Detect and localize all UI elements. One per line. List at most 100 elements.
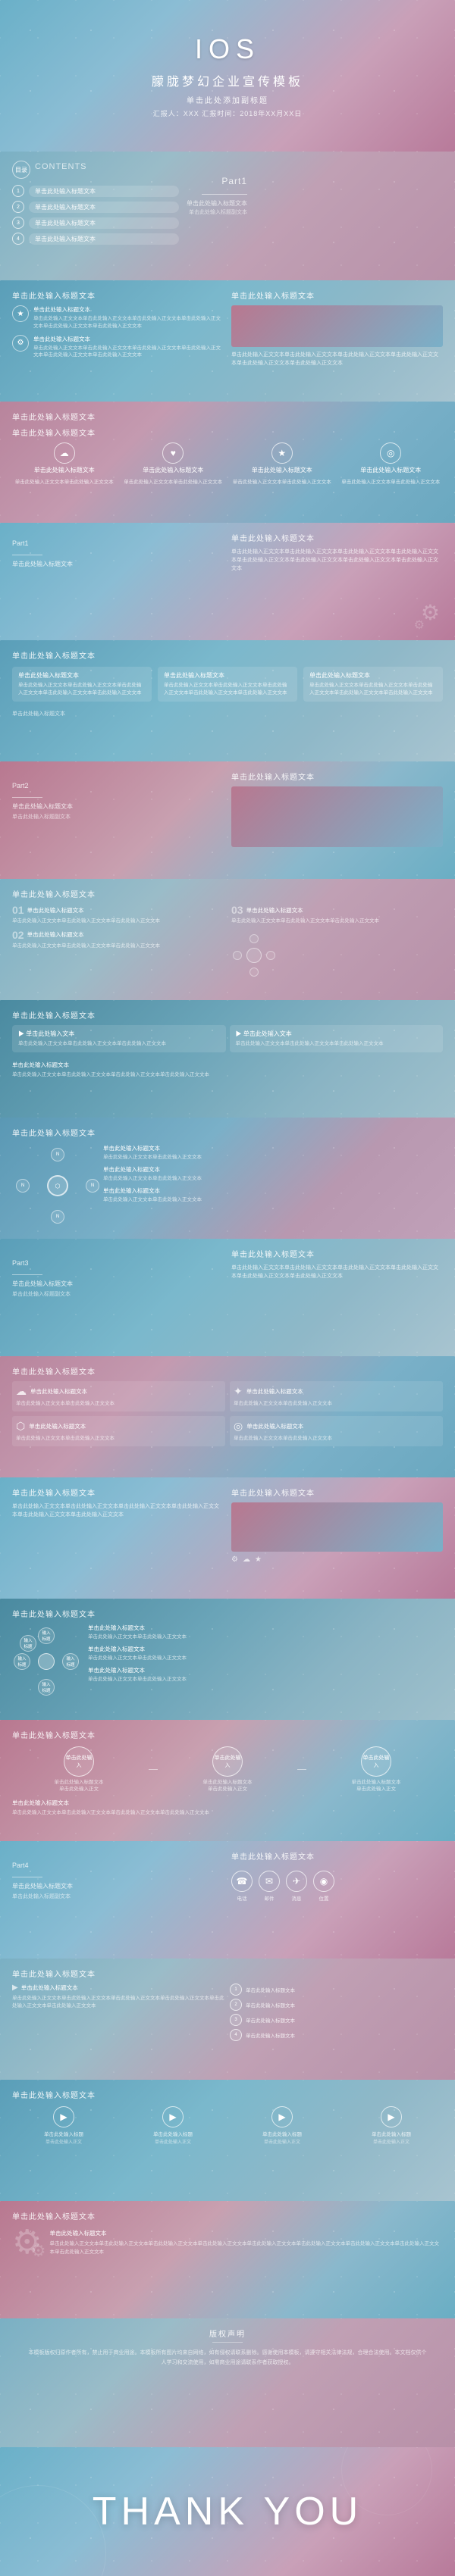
grid-title-1: 单击此处输入标题文本 bbox=[30, 1387, 87, 1396]
meta-info: 汇报人：XXX 汇报时间：2018年XX月XX日 bbox=[153, 108, 303, 118]
col-left: 单击此处输入标题文本 ★ 单击此处输入标题文本 单击此处输入正文文本单击此处输入… bbox=[12, 289, 224, 392]
grid-icon-1: ☁ bbox=[16, 1385, 27, 1398]
item-num-3: 3 bbox=[12, 217, 24, 229]
star-icon: ★ bbox=[12, 305, 29, 322]
node-b: N bbox=[51, 1210, 64, 1224]
grid-body-4: 单击此处输入正文文本单击此处输入正文文本 bbox=[234, 1435, 439, 1443]
ci-label-2: 邮件 bbox=[265, 1894, 275, 1902]
grid-item-1: ☁ 单击此处输入标题文本 单击此处输入正文文本单击此处输入正文文本 bbox=[12, 1381, 225, 1411]
slide16-content: Part4 单击此处输入标题文本 单击此处输入标题副文本 单击此处输入标题文本 … bbox=[0, 1841, 455, 1959]
petal-text-1: 单击此处输入标题文本 单击此处输入正文文本单击此处输入正文文本 bbox=[88, 1624, 443, 1641]
col-title-3: 单击此处输入标题文本 bbox=[252, 466, 312, 474]
slide11-title: 单击此处输入标题文本 bbox=[231, 1248, 443, 1259]
gear-icon: ⚙ bbox=[12, 335, 29, 352]
text-item3: 单击此处输入标题文本 单击此处输入正文文本单击此处输入正文文本 bbox=[103, 1186, 443, 1204]
vc-circle-2: 2 bbox=[230, 1999, 242, 2011]
slide14-content: 单击此处输入标题文本 输入标题 输入标题 输入标题 输入标题 输入标题 单击此处… bbox=[0, 1599, 455, 1720]
chain-item-2: 单击此处输入 单击此处输入标题文本单击此处输入正文 bbox=[161, 1746, 294, 1793]
icon-item-4: ◎ 单击此处输入标题文本 单击此处输入正文文本单击此处输入正文文本 bbox=[339, 442, 444, 486]
grid-icon-3: ⬡ bbox=[16, 1420, 25, 1433]
main-title: 朦胧梦幻企业宣传模板 bbox=[152, 71, 303, 89]
item2-body: 单击此处输入正文文本单击此处输入正文文本单击此处输入正文文本 bbox=[12, 943, 224, 950]
arrow-layout: ▶ 单击此处输入标题文本 单击此处输入正文文本单击此处输入正文文本单击此处输入正… bbox=[12, 1984, 443, 2041]
card3: 单击此处输入标题文本 单击此处输入正文文本单击此处输入正文文本单击此处输入正文文… bbox=[303, 667, 443, 702]
node-top bbox=[249, 934, 259, 943]
pi-label-3: 单击此处输入标题 bbox=[262, 2130, 302, 2137]
contact-icons: ☎ 电话 ✉ 邮件 ✈ 消息 ◉ 位置 bbox=[231, 1871, 443, 1902]
contents-item-4: 4 单击此处输入标题文本 bbox=[12, 233, 179, 245]
grid-layout: ☁ 单击此处输入标题文本 单击此处输入正文文本单击此处输入正文文本 ✦ 单击此处… bbox=[12, 1381, 443, 1446]
item3-title: 单击此处输入标题文本 bbox=[246, 906, 303, 914]
pi-2: ▶ 单击此处输入标题 单击此处输入正文 bbox=[121, 2106, 224, 2146]
petal-t2: 单击此处输入标题文本 bbox=[88, 1645, 443, 1653]
item2-header: 02 单击此处输入标题文本 bbox=[12, 929, 224, 941]
slide8-title1: 单击此处输入标题文本 bbox=[12, 888, 443, 899]
three-col: 单击此处输入标题文本 单击此处输入正文文本单击此处输入正文文本单击此处输入正文文… bbox=[12, 667, 443, 705]
gear-layout: ⚙ ⚙ 单击此处输入标题文本 单击此处输入正文文本单击此处输入正文文本单击此处输… bbox=[12, 2226, 443, 2259]
si-3: ★ bbox=[255, 1555, 262, 1564]
icon-text-title2: 单击此处输入标题文本 bbox=[33, 335, 224, 343]
circle-chain: 单击此处输入 单击此处输入标题文本单击此处输入正文 单击此处输入 单击此处输入标… bbox=[12, 1746, 443, 1793]
item-num-1: 1 bbox=[12, 185, 24, 197]
slide5-content: Part1 单击此处输入标题文本 单击此处输入标题文本 单击此处输入正文文本单击… bbox=[0, 523, 455, 640]
col1: 单击此处输入标题文本 单击此处输入正文文本单击此处输入正文文本单击此处输入正文文… bbox=[12, 667, 152, 705]
click-hint[interactable]: 单击此处添加副标题 bbox=[187, 94, 268, 105]
vc-4: 4 单击此处输入标题文本 bbox=[230, 2029, 443, 2041]
petal-text-3: 单击此处输入标题文本 单击此处输入正文文本单击此处输入正文文本 bbox=[88, 1666, 443, 1683]
icon-item-3: ★ 单击此处输入标题文本 单击此处输入正文文本单击此处输入正文文本 bbox=[230, 442, 334, 486]
petal-b1: 单击此处输入正文文本单击此处输入正文文本 bbox=[88, 1633, 443, 1641]
petal-t3: 单击此处输入标题文本 bbox=[88, 1666, 443, 1674]
icon-2: ♥ bbox=[162, 442, 184, 464]
pi-label-2: 单击此处输入标题 bbox=[153, 2130, 193, 2137]
item-text-4[interactable]: 单击此处输入标题文本 bbox=[29, 233, 179, 245]
slide12-title: 单击此处输入标题文本 bbox=[12, 1365, 443, 1377]
card2: 单击此处输入标题文本 单击此处输入正文文本单击此处输入正文文本单击此处输入正文文… bbox=[158, 667, 297, 702]
slide-17: 单击此处输入标题文本 ▶ 单击此处输入标题文本 单击此处输入正文文本单击此处输入… bbox=[0, 1959, 455, 2080]
item-text-2[interactable]: 单击此处输入标题文本 bbox=[29, 202, 179, 213]
slide-19: 单击此处输入标题文本 ⚙ ⚙ 单击此处输入标题文本 单击此处输入正文文本单击此处… bbox=[0, 2201, 455, 2318]
v-chain: 1 单击此处输入标题文本 2 单击此处输入标题文本 3 单击此处输入标题文本 4… bbox=[230, 1984, 443, 2041]
arrow-body: 单击此处输入正文文本单击此处输入正文文本单击此处输入正文文本单击此处输入正文文本… bbox=[12, 1995, 225, 2011]
slide-20-disclaimer: 版权声明 本模板版权归原作者所有，禁止用于商业用途。本模板所有图片均来自网络，如… bbox=[0, 2318, 455, 2447]
icon-text-content2: 单击此处输入标题文本 单击此处输入正文文本单击此处输入正文文本单击此处输入正文文… bbox=[33, 335, 224, 360]
card2-body: 单击此处输入正文文本单击此处输入正文文本单击此处输入正文文本单击此处输入正文文本… bbox=[164, 682, 291, 697]
grid-title-3: 单击此处输入标题文本 bbox=[29, 1422, 86, 1430]
ci-2: ✉ 邮件 bbox=[259, 1871, 280, 1902]
bottom-row: 单击此处输入标题文本 bbox=[12, 710, 443, 717]
contents-item-2: 2 单击此处输入标题文本 bbox=[12, 201, 179, 213]
chain-circle-1: 单击此处输入 bbox=[64, 1746, 94, 1777]
item-num-4: 4 bbox=[12, 233, 24, 245]
contents-content: 目录 CONTENTS 1 单击此处输入标题文本 2 单击此处输入标题文本 3 … bbox=[0, 152, 455, 280]
slide13-title2: 单击此处输入标题文本 bbox=[231, 1487, 443, 1498]
col3: 单击此处输入标题文本 单击此处输入正文文本单击此处输入正文文本单击此处输入正文文… bbox=[303, 667, 443, 705]
map-icon: ◉ bbox=[313, 1871, 334, 1892]
slide-10: 单击此处输入标题文本 ⬡ N N N N 单击此处输入标题文本 单击此处输入正文… bbox=[0, 1118, 455, 1239]
play-icon-4: ▶ bbox=[381, 2106, 402, 2127]
part3-desc: 单击此处输入标题文本 bbox=[12, 1280, 224, 1288]
slide6-content: 单击此处输入标题文本 单击此处输入标题文本 单击此处输入正文文本单击此处输入正文… bbox=[0, 640, 455, 761]
slide18-title: 单击此处输入标题文本 bbox=[12, 2089, 443, 2100]
num3: 03 bbox=[231, 904, 243, 916]
card1-body: 单击此处输入正文文本单击此处输入正文文本单击此处输入正文文本单击此处输入正文文本… bbox=[18, 682, 146, 697]
slide-8: 单击此处输入标题文本 01 单击此处输入标题文本 单击此处输入正文文本单击此处输… bbox=[0, 879, 455, 1000]
disclaimer-body: 本模板版权归原作者所有，禁止用于商业用途。本模板所有图片均来自网络，如有侵权请联… bbox=[12, 2349, 443, 2368]
col-right: 单击此处输入标题文本 bbox=[231, 771, 443, 870]
chain-text-2: 单击此处输入标题文本单击此处输入正文 bbox=[203, 1779, 253, 1793]
mail-icon: ✉ bbox=[259, 1871, 280, 1892]
slide5-title: 单击此处输入标题文本 bbox=[231, 532, 443, 543]
arrow-icon: ▶ bbox=[12, 1984, 18, 1992]
slide19-title: 单击此处输入标题文本 bbox=[12, 2210, 443, 2221]
center-circle: ⬡ bbox=[47, 1175, 68, 1196]
grid-item-2: ✦ 单击此处输入标题文本 单击此处输入正文文本单击此处输入正文文本 bbox=[230, 1381, 443, 1411]
flow-item2: ▶ 单击此处输入文本 单击此处输入正文文本单击此处输入正文文本单击此处输入正文文… bbox=[230, 1025, 444, 1052]
item-text-1[interactable]: 单击此处输入标题文本 bbox=[29, 186, 179, 197]
slide7-content: Part2 单击此处输入标题文本 单击此处输入标题副文本 单击此处输入标题文本 bbox=[0, 761, 455, 879]
col-body-2: 单击此处输入正文文本单击此处输入正文文本 bbox=[124, 479, 222, 486]
plane-icon: ✈ bbox=[286, 1871, 307, 1892]
slide15-bbody: 单击此处输入正文文本单击此处输入正文文本单击此处输入正文文本单击此处输入正文文本 bbox=[12, 1809, 443, 1817]
slide12-content: 单击此处输入标题文本 ☁ 单击此处输入标题文本 单击此处输入正文文本单击此处输入… bbox=[0, 1356, 455, 1477]
flow-body2: 单击此处输入正文文本单击此处输入正文文本单击此处输入正文文本 bbox=[236, 1040, 438, 1048]
item-text-3[interactable]: 单击此处输入标题文本 bbox=[29, 217, 179, 229]
small-gear: ⚙ bbox=[31, 2243, 46, 2259]
part2-desc: 单击此处输入标题文本 bbox=[12, 802, 224, 811]
